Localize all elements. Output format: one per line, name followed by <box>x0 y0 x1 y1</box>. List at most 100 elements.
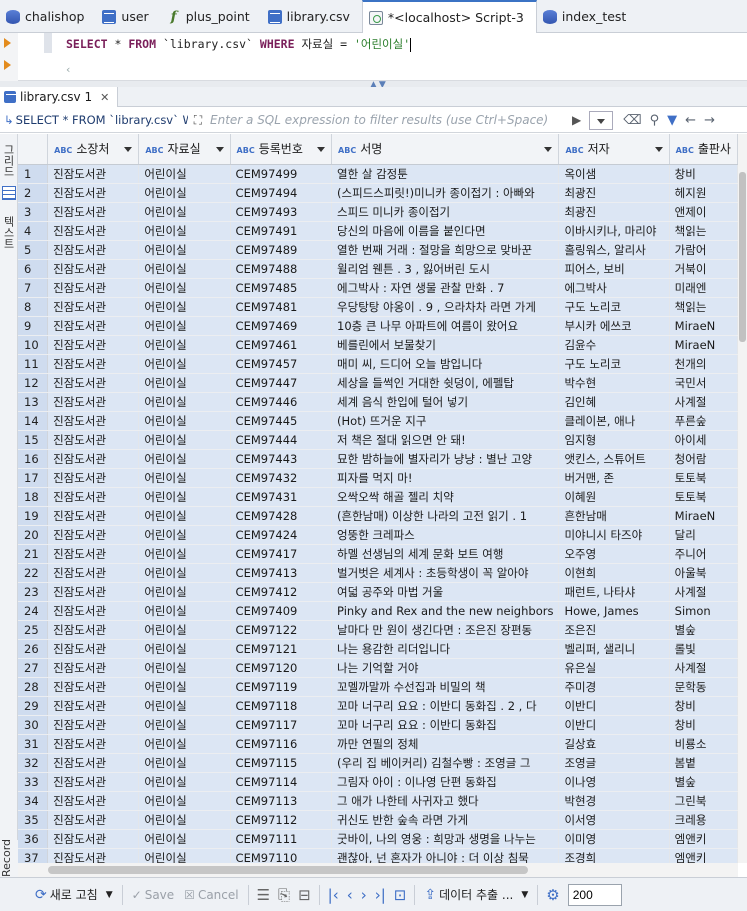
table-row[interactable]: 26 진잠도서관 어린이실 CEM97121 나는 용감한 리더입니다 벨리퍼, 샐리니 롤… <box>18 639 738 659</box>
horizontal-scroll-thumb[interactable] <box>48 866 528 874</box>
table-cell[interactable]: 김윤수 <box>558 335 670 355</box>
table-row[interactable]: 34 진잠도서관 어린이실 CEM97113 그 애가 나한테 사귀자고 했다 박현경 그린… <box>18 791 738 811</box>
table-cell[interactable]: 세상을 들썩인 거대한 쉿덩이, 에펠탑 <box>331 373 560 393</box>
tab-5[interactable]: index_test <box>537 0 638 33</box>
table-cell[interactable]: 최광진 <box>558 202 670 222</box>
table-cell[interactable]: 임지형 <box>558 430 670 450</box>
record-mode-tab[interactable]: Record <box>0 839 18 877</box>
table-cell[interactable]: CEM97428 <box>230 506 333 526</box>
table-cell[interactable]: 어린이실 <box>138 411 231 431</box>
table-cell[interactable]: 어린이실 <box>138 468 231 488</box>
table-cell[interactable]: 어린이실 <box>138 772 231 792</box>
table-cell[interactable]: 진잠도서관 <box>47 202 140 222</box>
table-row[interactable]: 35 진잠도서관 어린이실 CEM97112 귀신도 반한 숲속 라면 가게 이서영 크레용 <box>18 810 738 830</box>
table-cell[interactable]: 나는 용감한 리더입니다 <box>331 639 560 659</box>
filter-icon[interactable]: ▼ <box>667 113 677 128</box>
table-cell[interactable]: 어린이실 <box>138 620 231 640</box>
table-cell[interactable]: 흔한남매 <box>558 506 670 526</box>
table-cell[interactable]: 클레이본, 애나 <box>558 411 670 431</box>
table-cell[interactable]: CEM97457 <box>230 354 333 374</box>
table-cell[interactable]: 패런트, 나타샤 <box>558 582 670 602</box>
table-cell[interactable]: 이서영 <box>558 810 670 830</box>
table-cell[interactable]: 구도 노리코 <box>558 354 670 374</box>
previous-page-icon[interactable]: ‹ <box>343 886 357 904</box>
table-cell[interactable]: 박현경 <box>558 791 670 811</box>
table-cell[interactable]: 굿바이, 나의 영웅 : 희망과 생명을 나누는 <box>331 829 560 849</box>
table-cell[interactable]: 어린이실 <box>138 316 231 336</box>
execute-script-marker-icon[interactable] <box>4 60 11 70</box>
table-cell[interactable]: 이바시키나, 마리야 <box>558 221 670 241</box>
table-row[interactable]: 11 진잠도서관 어린이실 CEM97457 매미 씨, 드디어 오늘 밤입니다 구도 노… <box>18 354 738 374</box>
table-row[interactable]: 24 진잠도서관 어린이실 CEM97409 Pinky and Rex and the… <box>18 601 738 621</box>
table-cell[interactable]: 유은실 <box>558 658 670 678</box>
table-cell[interactable]: 진잠도서관 <box>47 829 140 849</box>
table-row[interactable]: 10 진잠도서관 어린이실 CEM97461 베를린에서 보물찾기 김윤수 MiraeN <box>18 335 738 355</box>
table-cell[interactable]: 어린이실 <box>138 544 231 564</box>
table-cell[interactable]: 창비 <box>669 696 738 716</box>
table-cell[interactable]: CEM97469 <box>230 316 333 336</box>
table-cell[interactable]: 홀링워스, 알리사 <box>558 240 670 260</box>
table-cell[interactable]: 귀신도 반한 숲속 라면 가게 <box>331 810 560 830</box>
table-cell[interactable]: 진잠도서관 <box>47 240 140 260</box>
vertical-scroll-thumb[interactable] <box>739 172 746 342</box>
table-cell[interactable]: CEM97499 <box>230 164 333 184</box>
table-cell[interactable]: 어린이실 <box>138 829 231 849</box>
table-row[interactable]: 16 진잠도서관 어린이실 CEM97443 묘한 밤하늘에 별자리가 냥냥 : 별난 … <box>18 449 738 469</box>
table-row[interactable]: 2 진잠도서관 어린이실 CEM97494 (스피드스피릿!)미니카 종이접기 : 아빠… <box>18 183 738 203</box>
table-cell[interactable]: CEM97116 <box>230 734 333 754</box>
table-cell[interactable]: 열한 살 감정툰 <box>331 164 560 184</box>
tab-1[interactable]: user <box>96 0 160 33</box>
table-cell[interactable]: CEM97444 <box>230 430 333 450</box>
table-row[interactable]: 18 진잠도서관 어린이실 CEM97431 오싹오싹 해골 젤리 치약 이혜원 토토북 <box>18 487 738 507</box>
table-cell[interactable]: 진잠도서관 <box>47 639 140 659</box>
table-row[interactable]: 1 진잠도서관 어린이실 CEM97499 열한 살 감정툰 옥이샘 창비 <box>18 164 738 184</box>
table-cell[interactable]: CEM97417 <box>230 544 333 564</box>
table-cell[interactable]: CEM97447 <box>230 373 333 393</box>
table-cell[interactable]: CEM97119 <box>230 677 333 697</box>
sort-dropdown-icon[interactable] <box>544 147 553 152</box>
table-cell[interactable]: 진잠도서관 <box>47 449 140 469</box>
next-page-icon[interactable]: › <box>357 886 371 904</box>
table-cell[interactable]: 어린이실 <box>138 240 231 260</box>
table-cell[interactable]: 진잠도서관 <box>47 525 140 545</box>
table-cell[interactable]: 진잠도서관 <box>47 810 140 830</box>
horizontal-scrollbar[interactable] <box>18 863 738 877</box>
table-cell[interactable]: 국민서 <box>669 373 738 393</box>
table-cell[interactable]: 최광진 <box>558 183 670 203</box>
fetch-size-input[interactable] <box>567 883 622 906</box>
table-cell[interactable]: 괜찮아, 넌 혼자가 아니야 : 더 이상 침묵 <box>331 848 560 863</box>
tab-0[interactable]: chalishop <box>0 0 96 33</box>
table-cell[interactable]: 토토북 <box>669 487 738 507</box>
table-cell[interactable]: 문학동 <box>669 677 738 697</box>
table-cell[interactable]: 어린이실 <box>138 430 231 450</box>
table-cell[interactable]: CEM97431 <box>230 487 333 507</box>
table-cell[interactable]: CEM97488 <box>230 259 333 279</box>
table-cell[interactable]: 이현희 <box>558 563 670 583</box>
history-forward-icon[interactable]: → <box>704 113 715 128</box>
table-cell[interactable]: 어린이실 <box>138 335 231 355</box>
column-header[interactable]: ABC 출판사 <box>669 134 738 165</box>
table-cell[interactable]: CEM97491 <box>230 221 333 241</box>
table-cell[interactable]: MiraeN <box>669 316 738 336</box>
table-cell[interactable]: CEM97485 <box>230 278 333 298</box>
table-cell[interactable]: 오주영 <box>558 544 670 564</box>
table-cell[interactable]: CEM97413 <box>230 563 333 583</box>
table-cell[interactable]: 진잠도서관 <box>47 544 140 564</box>
table-cell[interactable]: 어린이실 <box>138 639 231 659</box>
table-row[interactable]: 6 진잠도서관 어린이실 CEM97488 윌리엄 웬튼 . 3 , 잃어버린 도시 피어… <box>18 259 738 279</box>
table-cell[interactable]: 미래엔 <box>669 278 738 298</box>
copy-rows-icon[interactable]: ⎘ <box>274 886 294 904</box>
results-tab[interactable]: library.csv 1 ✕ <box>0 87 119 107</box>
first-page-icon[interactable]: |‹ <box>324 886 343 904</box>
table-cell[interactable]: 달리 <box>669 525 738 545</box>
table-cell[interactable]: CEM97494 <box>230 183 333 203</box>
table-row[interactable]: 28 진잠도서관 어린이실 CEM97119 꼬멜까말까 수선집과 비밀의 책 주미경 문학… <box>18 677 738 697</box>
table-cell[interactable]: 진잠도서관 <box>47 601 140 621</box>
tab-3[interactable]: library.csv <box>262 0 362 33</box>
column-header[interactable]: ABC 소장처 <box>47 134 140 165</box>
table-cell[interactable]: 벌거벗은 세계사 : 초등학생이 꼭 알아야 <box>331 563 560 583</box>
table-row[interactable]: 22 진잠도서관 어린이실 CEM97413 벌거벗은 세계사 : 초등학생이 꼭 알아… <box>18 563 738 583</box>
table-cell[interactable]: 진잠도서관 <box>47 354 140 374</box>
table-cell[interactable]: CEM97120 <box>230 658 333 678</box>
apply-filter-icon[interactable]: ▶ <box>568 113 585 127</box>
